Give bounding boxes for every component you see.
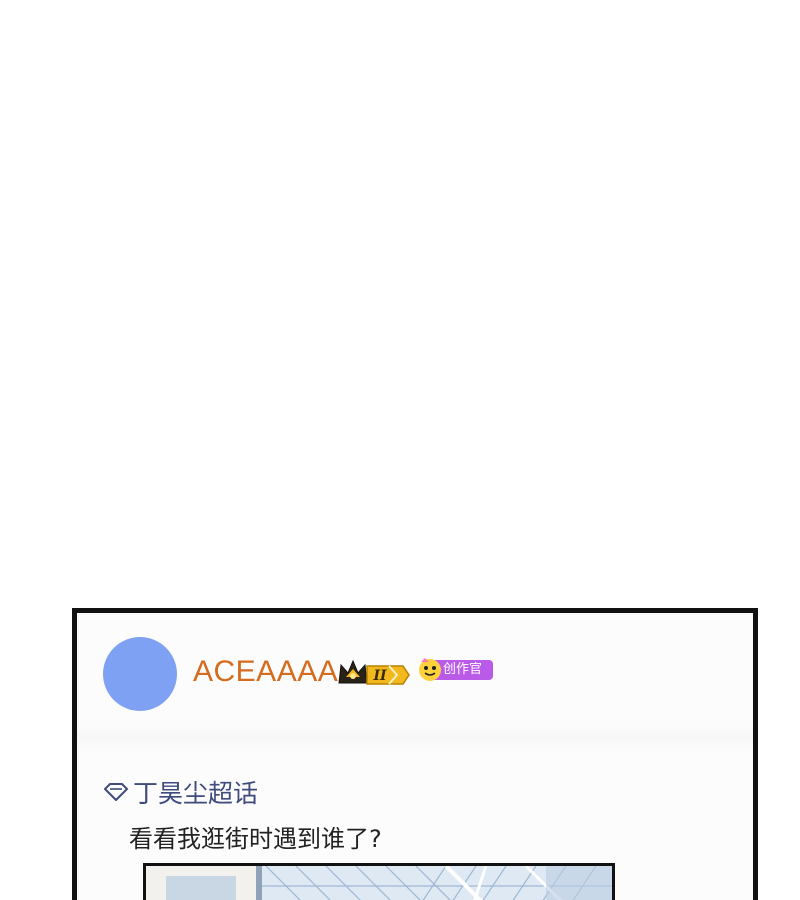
mall-photo bbox=[146, 866, 612, 900]
creator-badge[interactable]: 创作官 bbox=[417, 657, 493, 683]
creator-label: 创作官 bbox=[443, 662, 483, 677]
divider bbox=[77, 725, 753, 753]
level-label: II bbox=[372, 668, 387, 684]
post-text: 看看我逛街时遇到谁了? bbox=[129, 825, 382, 853]
avatar[interactable] bbox=[103, 637, 177, 711]
page: ACEAAAA II 创作官 丁昊尘超话 看看我逛街时遇到谁了? bbox=[0, 0, 800, 900]
post-card: ACEAAAA II 创作官 丁昊尘超话 看看我逛街时遇到谁了? bbox=[72, 608, 758, 900]
post-image[interactable] bbox=[143, 863, 615, 900]
topic-link[interactable]: 丁昊尘超话 bbox=[103, 776, 258, 808]
username[interactable]: ACEAAAA bbox=[193, 655, 338, 689]
diamond-icon bbox=[104, 783, 128, 801]
crown-level-icon: II bbox=[338, 659, 410, 685]
topic-label: 丁昊尘超话 bbox=[133, 779, 259, 808]
